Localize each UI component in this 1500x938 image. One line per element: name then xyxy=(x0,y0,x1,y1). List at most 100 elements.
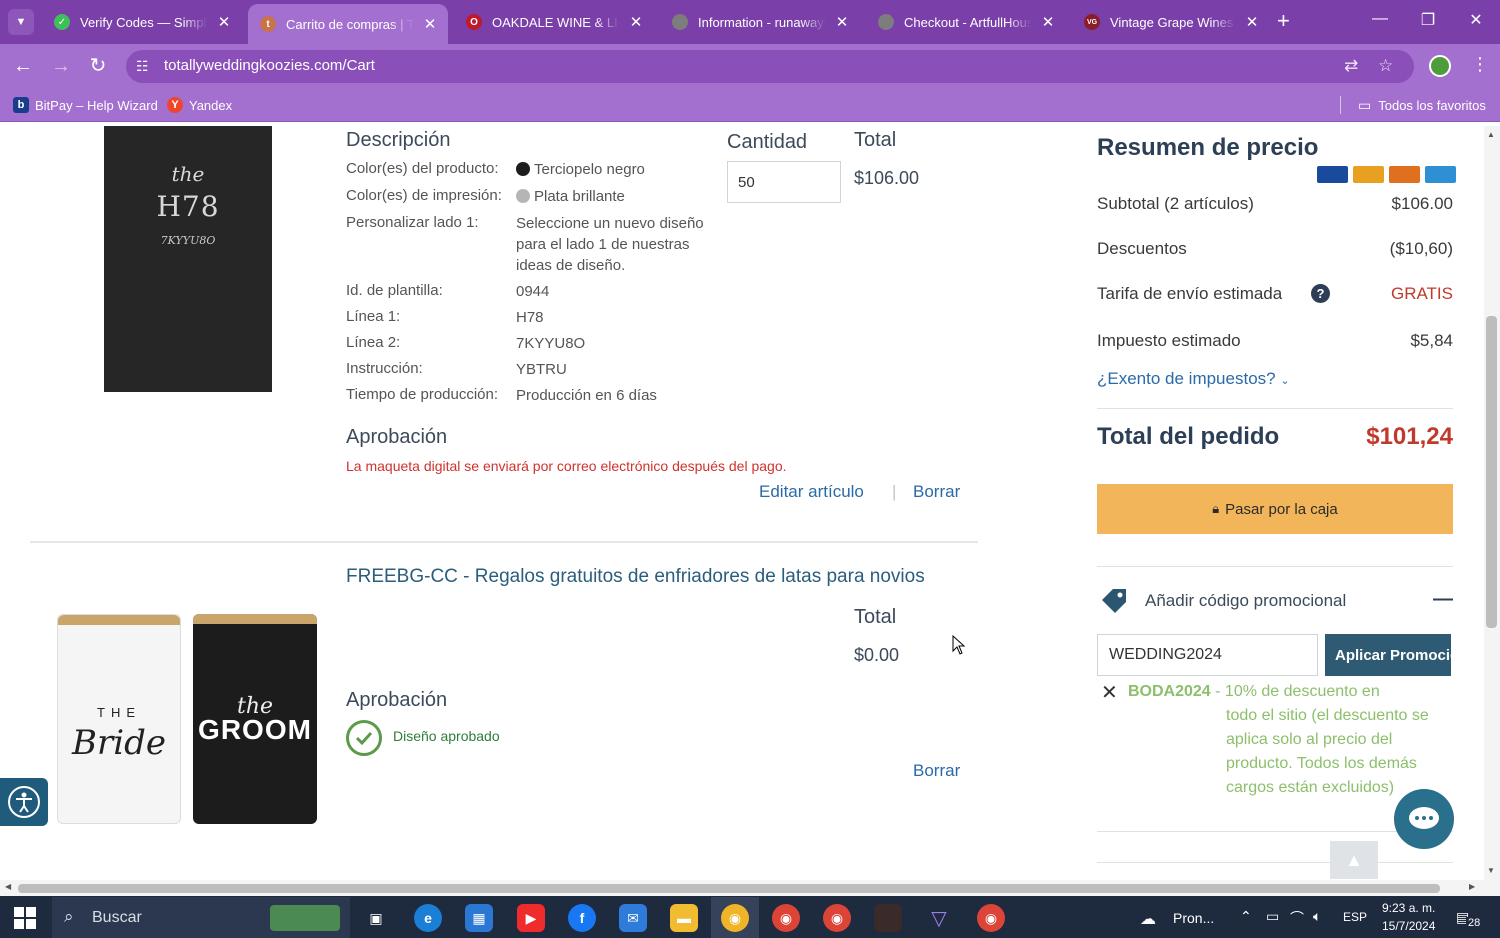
chat-button[interactable] xyxy=(1394,789,1454,849)
close-tab-icon[interactable]: ✕ xyxy=(628,13,644,31)
app-icon[interactable] xyxy=(874,904,902,932)
close-window-icon[interactable]: ✕ xyxy=(1464,10,1488,30)
task-view-icon[interactable]: ▣ xyxy=(362,904,390,932)
can-rim xyxy=(58,615,180,625)
template-id-value: 0944 xyxy=(516,283,550,300)
quantity-heading: Cantidad xyxy=(727,131,808,153)
taskbar-search[interactable]: ⌕ Buscar xyxy=(52,897,350,938)
apply-promo-button[interactable]: Aplicar Promoción xyxy=(1325,634,1451,676)
checkout-button-label: Pasar por la caja xyxy=(1225,500,1338,518)
clock-time[interactable]: 9:23 a. m. xyxy=(1382,901,1435,915)
translate-icon[interactable]: ⇄ xyxy=(1344,56,1358,76)
close-tab-icon[interactable]: ✕ xyxy=(834,13,850,31)
site-info-icon[interactable]: ☷ xyxy=(136,58,149,75)
bookmark-star-icon[interactable]: ☆ xyxy=(1378,56,1393,76)
chrome-profile-2-icon[interactable]: ◉ xyxy=(823,904,851,932)
approval-heading: Aprobación xyxy=(346,426,448,448)
back-arrow-icon[interactable]: ← xyxy=(11,55,35,77)
close-tab-icon[interactable]: ✕ xyxy=(1040,13,1056,31)
delete-item1-link[interactable]: Borrar xyxy=(913,482,960,502)
tab-search-chevron-icon[interactable]: ▼ xyxy=(8,9,34,35)
youtube-icon[interactable]: ▶ xyxy=(517,904,545,932)
scroll-right-arrow-icon[interactable]: ▶ xyxy=(1469,882,1475,891)
mail-icon[interactable]: ✉ xyxy=(619,904,647,932)
product-color-label: Color(es) del producto: xyxy=(346,160,499,177)
minimize-window-icon[interactable]: — xyxy=(1368,10,1392,28)
product-color-text: Terciopelo negro xyxy=(534,161,645,178)
edge-icon[interactable]: e xyxy=(414,904,442,932)
tray-chevron-icon[interactable]: ⌃ xyxy=(1240,908,1252,925)
line2-label: Línea 2: xyxy=(346,334,401,351)
vertical-scroll-thumb[interactable] xyxy=(1486,316,1497,628)
chrome-profile-3-icon[interactable]: ◉ xyxy=(977,904,1005,932)
weather-text[interactable]: Pron... xyxy=(1173,910,1214,926)
facebook-icon[interactable]: f xyxy=(568,904,596,932)
shipping-label: Tarifa de envío estimada xyxy=(1097,284,1283,303)
url-text[interactable]: totallyweddingkoozies.com/Cart xyxy=(164,57,375,74)
item2-title-link[interactable]: FREEBG-CC - Regalos gratuitos de enfriad… xyxy=(346,566,925,588)
file-explorer-icon[interactable]: ▬ xyxy=(670,904,698,932)
all-bookmarks[interactable]: ▭ Todos los favoritos xyxy=(1358,97,1486,114)
tab-carrito-de-compras[interactable]: t Carrito de compras | Totally Wedding K… xyxy=(248,4,448,44)
tab-oakdale-wine[interactable]: O OAKDALE WINE & LIQUOR ✕ xyxy=(454,4,654,40)
wifi-icon[interactable]: ⌒ xyxy=(1290,908,1304,928)
order-total-label: Total del pedido xyxy=(1097,423,1280,450)
back-to-top-button[interactable]: ▲ xyxy=(1330,841,1378,879)
totally-koozies-favicon-icon: t xyxy=(260,16,276,32)
restore-window-icon[interactable]: ❐ xyxy=(1416,10,1440,30)
vpn-icon[interactable]: ▽ xyxy=(925,904,953,932)
forward-arrow-icon[interactable]: → xyxy=(49,55,73,77)
product-image-black-napkin[interactable]: the H78 7KYYU8O xyxy=(104,126,272,392)
order-total-value: $101,24 xyxy=(1366,423,1453,450)
close-tab-icon[interactable]: ✕ xyxy=(422,15,438,33)
windows-start-icon[interactable] xyxy=(14,907,36,934)
tab-title: Verify Codes — SimplyCodes xyxy=(80,14,208,30)
promo-code-input[interactable] xyxy=(1097,634,1318,676)
image-text-groom: GROOM xyxy=(198,714,312,745)
customize-side-value: Seleccione un nuevo diseño para el lado … xyxy=(516,215,704,274)
tab-vintage-grape-wines[interactable]: VG Vintage Grape Wines and Spirits ✕ xyxy=(1072,4,1270,40)
promo-heading[interactable]: Añadir código promocional xyxy=(1145,591,1346,611)
image-text-the: the xyxy=(171,162,205,186)
profile-avatar[interactable] xyxy=(1429,55,1451,77)
description-heading: Descripción xyxy=(346,129,451,151)
close-tab-icon[interactable]: ✕ xyxy=(216,13,232,31)
new-tab-plus-icon[interactable]: + xyxy=(1277,10,1290,32)
globe-favicon-icon xyxy=(878,14,894,30)
bookmark-bitpay[interactable]: b BitPay – Help Wizard xyxy=(13,97,158,113)
quantity-input[interactable] xyxy=(727,161,841,203)
tab-checkout-artfullhouse[interactable]: Checkout - ArtfullHouse ✕ xyxy=(866,4,1066,40)
card-brands xyxy=(1317,166,1456,183)
product-image-groom-koozie[interactable]: the GROOM xyxy=(193,614,317,824)
product-image-bride-koozie[interactable]: THE Bride xyxy=(57,614,181,824)
oakdale-favicon-icon: O xyxy=(466,14,482,30)
chrome-icon[interactable]: ◉ xyxy=(721,904,749,932)
applied-code-details: BODA2024 - 10% de descuento en xyxy=(1128,680,1453,704)
promo-collapse-icon[interactable]: — xyxy=(1433,588,1453,611)
checkout-button[interactable]: 🔒︎ Pasar por la caja xyxy=(1097,484,1453,534)
edit-item-link[interactable]: Editar artículo xyxy=(759,482,864,502)
volume-icon[interactable]: 🔈︎ xyxy=(1313,908,1321,925)
horizontal-scroll-thumb[interactable] xyxy=(18,884,1440,893)
tag-icon xyxy=(1099,586,1129,616)
accessibility-button[interactable] xyxy=(0,778,48,826)
delete-item2-link[interactable]: Borrar xyxy=(913,761,960,781)
weather-icon: ☁ xyxy=(1140,911,1156,928)
chrome-profile-icon[interactable]: ◉ xyxy=(772,904,800,932)
reload-icon[interactable]: ↻ xyxy=(86,55,110,77)
scroll-left-arrow-icon[interactable]: ◀ xyxy=(5,882,11,891)
clock-date[interactable]: 15/7/2024 xyxy=(1382,919,1435,933)
tab-information-runawaythreads[interactable]: Information - runawaythreads ✕ xyxy=(660,4,860,40)
network-icon[interactable]: ▭ xyxy=(1266,908,1279,925)
store-icon[interactable]: ▦ xyxy=(465,904,493,932)
tax-exempt-link[interactable]: ¿Exento de impuestos? ⌄ xyxy=(1097,369,1290,389)
scroll-down-arrow-icon[interactable]: ▼ xyxy=(1487,866,1495,875)
scroll-up-arrow-icon[interactable]: ▲ xyxy=(1487,130,1495,139)
tab-verify-codes[interactable]: ✓ Verify Codes — SimplyCodes ✕ xyxy=(42,4,242,40)
bookmark-yandex[interactable]: Y Yandex xyxy=(167,97,232,113)
close-tab-icon[interactable]: ✕ xyxy=(1244,13,1260,31)
browser-menu-icon[interactable]: ⋮ xyxy=(1471,54,1489,75)
remove-code-icon[interactable]: ✕ xyxy=(1101,680,1118,705)
instruction-value: YBTRU xyxy=(516,361,567,378)
language-indicator[interactable]: ESP xyxy=(1343,910,1367,924)
